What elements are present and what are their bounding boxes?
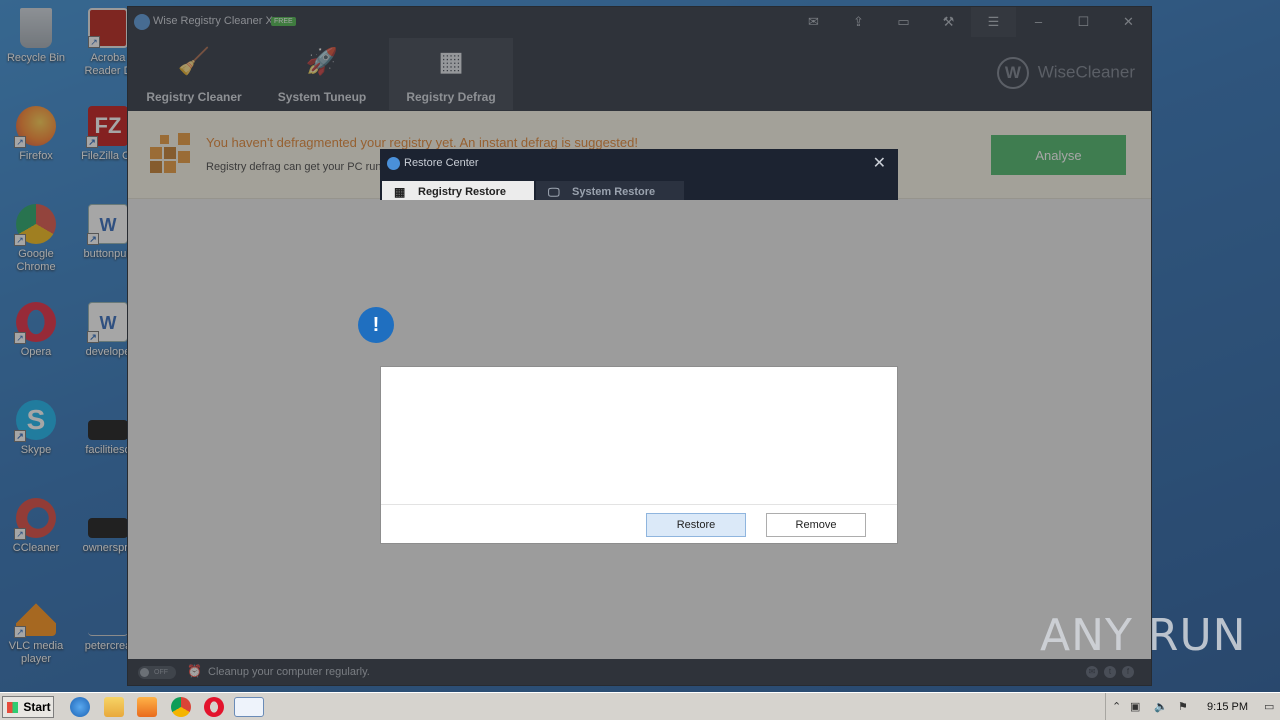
taskbar: Start ⌃ ▣ 🔈 ⚑ 9:15 PM ▭ xyxy=(0,692,1280,720)
network-icon[interactable]: ▣ xyxy=(1130,700,1140,713)
restore-list-panel: Restore Remove xyxy=(380,366,898,544)
tab-label: System Restore xyxy=(572,186,656,198)
start-button[interactable]: Start xyxy=(2,696,54,718)
action-center-flag-icon[interactable]: ⚑ xyxy=(1178,700,1188,713)
grid-icon: ▦ xyxy=(394,185,406,199)
monitor-icon: 🖵 xyxy=(548,185,560,199)
divider xyxy=(381,504,897,505)
anyrun-watermark: ANY RUN xyxy=(1040,610,1247,661)
remove-button[interactable]: Remove xyxy=(766,513,866,537)
modal-overlay xyxy=(0,0,1280,692)
tab-system-restore[interactable]: 🖵 System Restore xyxy=(536,181,684,200)
ie-icon[interactable] xyxy=(70,697,90,717)
explorer-folder-icon[interactable] xyxy=(104,697,124,717)
wise-registry-taskbar-icon[interactable] xyxy=(234,697,264,717)
system-tray: ⌃ ▣ 🔈 ⚑ 9:15 PM ▭ xyxy=(1105,693,1280,720)
dialog-title: Restore Center xyxy=(404,157,479,169)
media-player-icon[interactable] xyxy=(137,697,157,717)
chrome-taskbar-icon[interactable] xyxy=(171,697,191,717)
restore-center-logo-icon xyxy=(387,157,400,170)
info-icon: ! xyxy=(358,307,394,343)
taskbar-clock[interactable]: 9:15 PM xyxy=(1207,701,1248,713)
opera-taskbar-icon[interactable] xyxy=(204,697,224,717)
restore-center-header[interactable]: Restore Center ✕ ▦ Registry Restore 🖵 Sy… xyxy=(380,149,898,200)
volume-icon[interactable]: 🔈 xyxy=(1154,700,1168,713)
dialog-close-icon[interactable]: ✕ xyxy=(873,153,886,173)
restore-button[interactable]: Restore xyxy=(646,513,746,537)
show-desktop-icon[interactable]: ▭ xyxy=(1264,700,1274,713)
tab-label: Registry Restore xyxy=(418,186,507,198)
tray-expand-icon[interactable]: ⌃ xyxy=(1112,700,1121,713)
tab-registry-restore[interactable]: ▦ Registry Restore xyxy=(382,181,534,200)
